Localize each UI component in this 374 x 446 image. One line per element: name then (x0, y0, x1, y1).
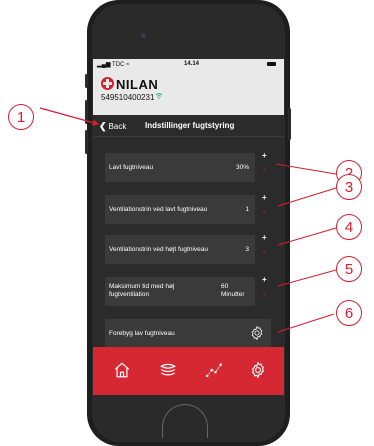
callout-4: 4 (336, 214, 362, 240)
callout-arrows (39, 107, 337, 333)
callout-line-6 (277, 313, 335, 333)
callout-line-3 (277, 187, 337, 207)
callout-5: 5 (336, 256, 362, 282)
callout-3: 3 (336, 174, 362, 200)
callout-line-5 (277, 269, 337, 287)
callout-line-4 (277, 227, 337, 246)
callout-line-2 (275, 163, 337, 175)
callout-1: 1 (8, 104, 34, 130)
callout-6: 6 (336, 300, 362, 326)
callout-arrow-1 (39, 107, 100, 126)
